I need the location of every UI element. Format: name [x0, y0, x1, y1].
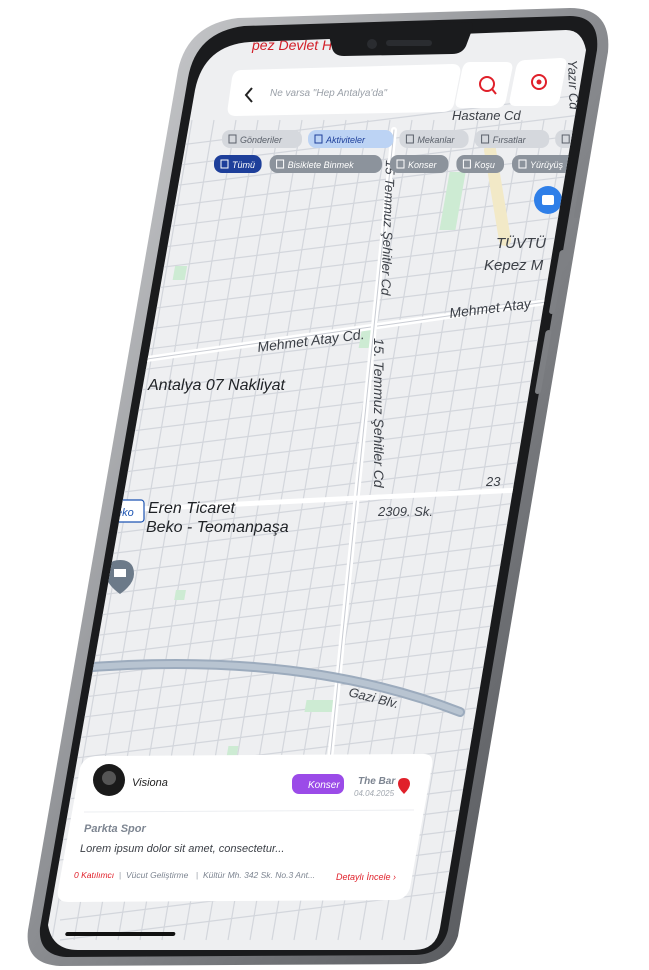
- chip-label: Bisiklete Binmek: [288, 160, 355, 170]
- card-name: Visiona: [132, 777, 168, 789]
- card-separator-2: |: [196, 870, 198, 880]
- phone-mockup: pez Devlet H Hastane Cd Yazır Cd TÜVTÜ K…: [27, 8, 635, 966]
- map-label-tuvtu: TÜVTÜ: [496, 234, 546, 252]
- chip-label: Fırsatlar: [493, 135, 527, 145]
- map-label-23: 23: [485, 474, 501, 489]
- category-chip-0[interactable]: Gönderiler: [222, 130, 302, 148]
- map-label-kepez: Kepez M: [484, 257, 544, 274]
- chip-label: Gönderiler: [240, 135, 283, 145]
- card-description: Lorem ipsum dolor sit amet, consectetur.…: [80, 843, 284, 855]
- card-category: Vücut Geliştirme: [126, 870, 189, 880]
- category-chip-4[interactable]: Hizmet Ver: [555, 130, 635, 148]
- shopping-pin-icon[interactable]: [534, 186, 562, 214]
- map-label-2309: 2309. Sk.: [377, 504, 433, 519]
- home-indicator: [65, 932, 176, 936]
- card-participants: 0 Katılımcı: [74, 870, 114, 880]
- category-chip-3[interactable]: Fırsatlar: [474, 130, 550, 148]
- locate-button[interactable]: [509, 58, 567, 106]
- chip-label: Aktiviteler: [325, 135, 366, 145]
- chip-label: Konser: [408, 160, 438, 170]
- chip-label: Koşu: [474, 160, 495, 170]
- card-tag[interactable]: Konser: [292, 774, 344, 794]
- chip-label: Tümü: [232, 160, 255, 170]
- screen: pez Devlet H Hastane Cd Yazır Cd TÜVTÜ K…: [48, 30, 635, 950]
- card-address: Kültür Mh. 342 Sk. No.3 Ant...: [203, 870, 315, 880]
- search-button[interactable]: [455, 62, 513, 108]
- card-details-link[interactable]: Detaylı İncele ›: [336, 872, 396, 882]
- map-label-hastane: Hastane Cd: [452, 108, 521, 123]
- notch: [328, 22, 473, 56]
- svg-text:Konser: Konser: [308, 780, 340, 791]
- search-input[interactable]: Ne varsa "Hep Antalya'da": [270, 88, 387, 99]
- search-bar[interactable]: Ne varsa "Hep Antalya'da": [227, 64, 461, 116]
- chip-label: Yürüyüş: [530, 160, 564, 170]
- map-label-15-temmuz-2: 15. Temmuz Şehitler Cd: [371, 338, 387, 489]
- filter-chip-2[interactable]: Konser: [390, 155, 449, 173]
- card-separator-1: |: [119, 870, 121, 880]
- filter-chip-0[interactable]: Tümü: [214, 155, 262, 173]
- map-label-eren-1: Eren Ticaret: [148, 500, 236, 517]
- front-camera: [367, 39, 377, 49]
- chip-label: Mekanlar: [417, 135, 455, 145]
- filter-chip-1[interactable]: Bisiklete Binmek: [269, 155, 382, 173]
- card-venue: The Bar: [358, 776, 396, 787]
- card-date: 04.04.2025: [354, 789, 395, 798]
- category-chip-2[interactable]: Mekanlar: [399, 130, 469, 148]
- card-title: Parkta Spor: [84, 823, 146, 835]
- filter-chip-3[interactable]: Koşu: [456, 155, 504, 173]
- map-label-nakliyat: Antalya 07 Nakliyat: [147, 377, 286, 394]
- speaker-grille: [386, 40, 432, 46]
- activity-card[interactable]: Visiona Konser The Bar 04.04.2025 Parkta…: [57, 754, 433, 902]
- category-chip-1[interactable]: Aktiviteler: [308, 130, 394, 148]
- map-label-eren-2: Beko - Teomanpaşa: [146, 519, 289, 536]
